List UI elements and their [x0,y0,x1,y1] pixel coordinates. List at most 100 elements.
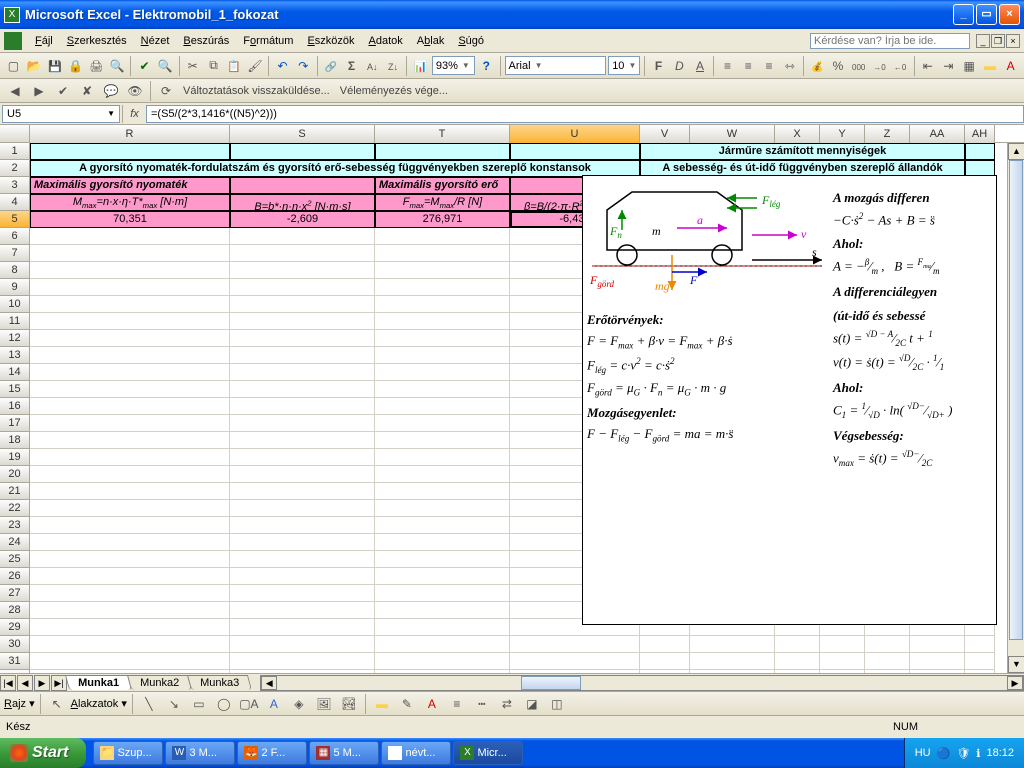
cell-empty[interactable] [30,534,230,551]
cell-empty[interactable] [30,517,230,534]
cell-empty[interactable] [640,636,690,653]
cell-empty[interactable] [30,636,230,653]
cell-empty[interactable] [30,500,230,517]
cell-empty[interactable] [375,653,510,670]
cell-empty[interactable] [375,228,510,245]
cell-R3[interactable]: Maximális gyorsító nyomaték [30,177,230,194]
oval-tool[interactable]: ◯ [213,693,235,715]
cell-empty[interactable] [820,670,865,673]
cell-empty[interactable] [375,432,510,449]
cell-S3[interactable] [230,177,375,194]
cell-empty[interactable] [375,636,510,653]
cell-empty[interactable] [230,500,375,517]
col-header-AH[interactable]: AH [965,125,995,143]
hscroll-right-button[interactable]: ▶ [1007,676,1023,690]
cell-T4[interactable]: Fmax=Mmax/R [N] [375,194,510,211]
tray-clock[interactable]: 18:12 [986,747,1014,759]
shapes-menu[interactable]: Alakzatok ▾ [71,697,127,710]
cell-S4[interactable]: B=b*·n·η·x2 [N·m·s] [230,194,375,211]
row-header-1[interactable]: 1 [0,143,30,160]
line-color-tool[interactable]: ✎ [396,693,418,715]
row-header-19[interactable]: 19 [0,449,30,466]
cell-empty[interactable] [965,636,995,653]
cell-empty[interactable] [30,653,230,670]
dash-style-tool[interactable]: ┅ [471,693,493,715]
review-end-label[interactable]: Véleményezés vége... [336,85,452,97]
diagram-tool[interactable]: ◈ [288,693,310,715]
dec-decimal-button[interactable] [891,55,910,77]
cell-empty[interactable] [30,313,230,330]
cell-empty[interactable] [375,364,510,381]
cell-empty[interactable] [30,330,230,347]
cell-R4[interactable]: Mmax=n·x·η·T*max [N·m] [30,194,230,211]
shadow-tool[interactable]: ◪ [521,693,543,715]
cell-R5[interactable]: 70,351 [30,211,230,228]
cell-empty[interactable] [30,483,230,500]
cell-empty[interactable] [30,602,230,619]
cell-empty[interactable] [30,245,230,262]
cell-empty[interactable] [230,381,375,398]
menu-data[interactable]: Adatok [362,33,410,49]
cell-empty[interactable] [230,585,375,602]
preview-button[interactable] [108,55,127,77]
cell-empty[interactable] [30,432,230,449]
cell-empty[interactable] [230,228,375,245]
cell-empty[interactable] [30,466,230,483]
cell-empty[interactable] [30,228,230,245]
col-header-S[interactable]: S [230,125,375,143]
rect-tool[interactable]: ▭ [188,693,210,715]
mdi-restore-button[interactable]: ❐ [991,34,1005,48]
cell-empty[interactable] [30,449,230,466]
cell-empty[interactable] [640,653,690,670]
cell-empty[interactable] [230,534,375,551]
cell-empty[interactable] [375,347,510,364]
cell-empty[interactable] [375,313,510,330]
taskbar-item-5[interactable]: XMicr... [453,741,523,765]
cell-empty[interactable] [820,636,865,653]
hyperlink-button[interactable] [321,55,340,77]
hscroll-thumb[interactable] [521,676,581,690]
cell-empty[interactable] [230,466,375,483]
cell-empty[interactable] [30,398,230,415]
open-button[interactable] [25,55,44,77]
row-header-25[interactable]: 25 [0,551,30,568]
row-header-31[interactable]: 31 [0,653,30,670]
cell-empty[interactable] [375,670,510,673]
cell-empty[interactable] [230,619,375,636]
col-header-Z[interactable]: Z [865,125,910,143]
autosum-button[interactable] [342,55,361,77]
taskbar-item-2[interactable]: 🦊2 F... [237,741,307,765]
cell-empty[interactable] [30,279,230,296]
indent-inc-button[interactable]: ⇥ [939,55,958,77]
cell-empty[interactable] [30,296,230,313]
col-header-R[interactable]: R [30,125,230,143]
row-header-18[interactable]: 18 [0,432,30,449]
align-right-button[interactable] [760,55,779,77]
row-header-10[interactable]: 10 [0,296,30,313]
col-header-Y[interactable]: Y [820,125,865,143]
cell-empty[interactable] [775,636,820,653]
cell-empty[interactable] [910,670,965,673]
permission-button[interactable]: 🔒 [66,55,85,77]
row-header-5[interactable]: 5 [0,211,30,228]
cell-empty[interactable] [375,262,510,279]
cell-empty[interactable] [375,483,510,500]
row-header-4[interactable]: 4 [0,194,30,211]
cut-button[interactable] [183,55,202,77]
cell-empty[interactable] [775,670,820,673]
cell-empty[interactable] [375,500,510,517]
name-box[interactable]: U5▼ [2,105,120,123]
col-header-AA[interactable]: AA [910,125,965,143]
row-header-3[interactable]: 3 [0,177,30,194]
menu-help[interactable]: Súgó [451,33,491,49]
col-header-X[interactable]: X [775,125,820,143]
arrow-style-tool[interactable]: ⇄ [496,693,518,715]
fill-color-button[interactable] [981,55,1000,77]
cell-empty[interactable] [230,296,375,313]
taskbar-item-0[interactable]: 📁Szup... [93,741,163,765]
review-track-button[interactable]: ⟳ [155,80,177,102]
cell-empty[interactable] [30,381,230,398]
cell-merged-r1[interactable]: Járműre számított mennyiségek [640,143,965,160]
inc-decimal-button[interactable] [870,55,889,77]
mdi-close-button[interactable]: × [1006,34,1020,48]
